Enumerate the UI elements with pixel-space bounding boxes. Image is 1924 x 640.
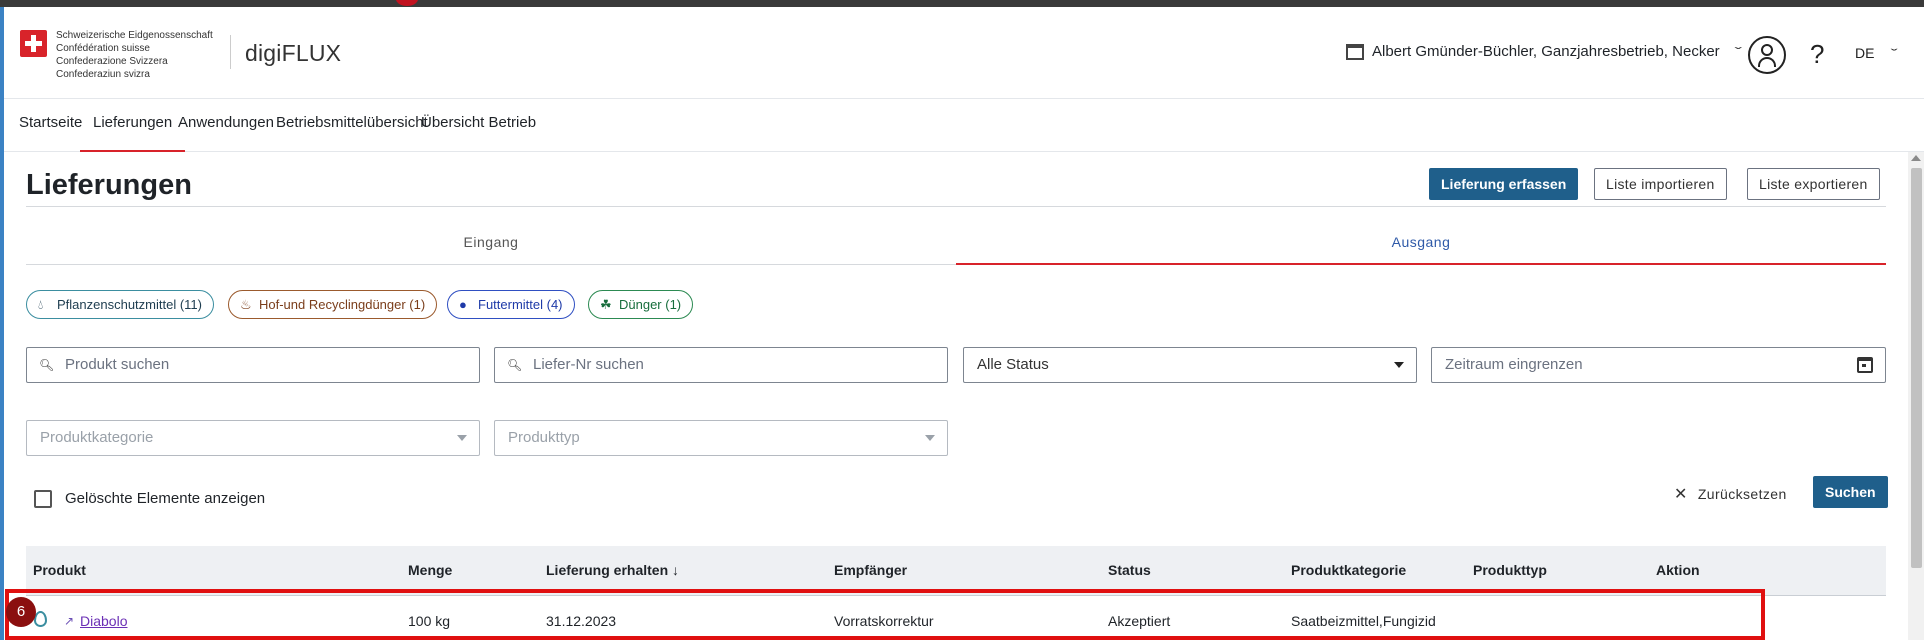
help-icon[interactable]: ? <box>1810 39 1824 70</box>
manure-icon: ♨ <box>240 297 252 312</box>
table-header: Produkt Menge Lieferung erhalten ↓ Empfä… <box>26 546 1886 596</box>
cell-status: Akzeptiert <box>1108 613 1171 629</box>
drop-icon: 💧︎ <box>38 297 44 312</box>
page-title: Lieferungen <box>26 169 192 201</box>
search-icon: 🔍︎ <box>507 358 523 372</box>
column-lieferung-erhalten[interactable]: Lieferung erhalten ↓ <box>546 546 679 594</box>
close-icon: ✕ <box>1674 486 1688 503</box>
scrollbar-thumb[interactable] <box>1911 168 1922 568</box>
business-selector[interactable]: Albert Gmünder-Büchler, Ganzjahresbetrie… <box>1346 43 1742 60</box>
column-status[interactable]: Status <box>1108 546 1151 594</box>
direction-tabs: Eingang Ausgang <box>26 225 1886 265</box>
annotation-badge: 6 <box>6 597 36 627</box>
main-nav: Startseite Lieferungen Anwendungen Betri… <box>4 100 1924 152</box>
product-category-select[interactable]: Produktkategorie <box>26 420 480 456</box>
import-list-button[interactable]: Liste importieren <box>1594 168 1727 200</box>
chip-pflanzenschutzmittel[interactable]: 💧︎ Pflanzenschutzmittel (11) <box>26 290 214 319</box>
drop-icon <box>34 611 47 627</box>
external-link-icon[interactable]: ↗ <box>64 597 74 640</box>
tab-ausgang[interactable]: Ausgang <box>956 225 1886 265</box>
show-deleted-checkbox[interactable] <box>34 490 52 508</box>
column-produkt[interactable]: Produkt <box>33 546 86 594</box>
table-row[interactable]: ↗ Diabolo 100 kg 31.12.2023 Vorratskorre… <box>26 597 1886 640</box>
paw-icon: ● <box>459 297 467 312</box>
calendar-icon[interactable] <box>1857 357 1873 373</box>
caret-down-icon <box>457 435 467 441</box>
caret-down-icon <box>1394 362 1404 368</box>
search-button[interactable]: Suchen <box>1813 476 1888 508</box>
search-icon: 🔍︎ <box>39 358 55 372</box>
chevron-down-icon: ˇ <box>1734 43 1742 60</box>
title-divider <box>26 206 1886 207</box>
status-select[interactable]: Alle Status <box>963 347 1417 383</box>
user-icon[interactable] <box>1748 36 1786 74</box>
cell-recipient: Vorratskorrektur <box>834 613 934 629</box>
scroll-up-icon[interactable] <box>1911 155 1921 161</box>
product-link[interactable]: Diabolo <box>80 597 127 640</box>
browser-top-strip <box>0 0 1924 7</box>
column-produktkategorie[interactable]: Produktkategorie <box>1291 546 1406 594</box>
building-icon <box>1346 43 1364 60</box>
reset-button[interactable]: ✕ Zurücksetzen <box>1674 484 1787 504</box>
column-aktion: Aktion <box>1656 562 1700 578</box>
app-header: Schweizerische Eidgenossenschaft Confédé… <box>4 7 1924 99</box>
delivery-number-search-input[interactable]: 🔍︎ Liefer-Nr suchen <box>494 347 948 383</box>
business-name: Albert Gmünder-Büchler, Ganzjahresbetrie… <box>1372 43 1720 60</box>
column-menge[interactable]: Menge <box>408 546 452 594</box>
confederation-label: Schweizerische Eidgenossenschaft Confédé… <box>56 30 213 80</box>
language-selector[interactable]: DE ˇ <box>1855 45 1899 61</box>
show-deleted-label: Gelöschte Elemente anzeigen <box>65 490 266 507</box>
cell-received: 31.12.2023 <box>546 613 617 629</box>
chip-duenger[interactable]: ☘ Dünger (1) <box>588 290 694 319</box>
swiss-flag-icon <box>20 30 47 57</box>
chip-hofduenger[interactable]: ♨ Hof-und Recyclingdünger (1) <box>228 290 438 319</box>
period-input[interactable]: Zeitraum eingrenzen <box>1431 347 1886 383</box>
export-list-button[interactable]: Liste exportieren <box>1747 168 1880 200</box>
create-delivery-button[interactable]: Lieferung erfassen <box>1429 168 1579 200</box>
column-produkttyp[interactable]: Produkttyp <box>1473 546 1547 594</box>
user-head <box>1761 44 1773 56</box>
chip-futtermittel[interactable]: ● Futtermittel (4) <box>447 290 575 319</box>
sprout-icon: ☘ <box>600 297 612 312</box>
product-search-input[interactable]: 🔍︎ Produkt suchen <box>26 347 480 383</box>
app-name[interactable]: digiFLUX <box>245 40 341 67</box>
language-label: DE <box>1855 45 1875 61</box>
caret-down-icon <box>925 435 935 441</box>
notification-dot <box>396 0 418 6</box>
column-empfaenger[interactable]: Empfänger <box>834 546 907 594</box>
tab-eingang[interactable]: Eingang <box>26 225 956 265</box>
cell-category: Saatbeizmittel,Fungizid <box>1291 613 1436 629</box>
user-body <box>1758 57 1776 67</box>
brand-divider <box>230 35 231 69</box>
nav-uebersicht-betrieb[interactable]: Übersicht Betrieb <box>408 100 549 152</box>
chevron-down-icon: ˇ <box>1891 45 1899 61</box>
product-type-select[interactable]: Produkttyp <box>494 420 948 456</box>
cell-amount: 100 kg <box>408 613 451 629</box>
